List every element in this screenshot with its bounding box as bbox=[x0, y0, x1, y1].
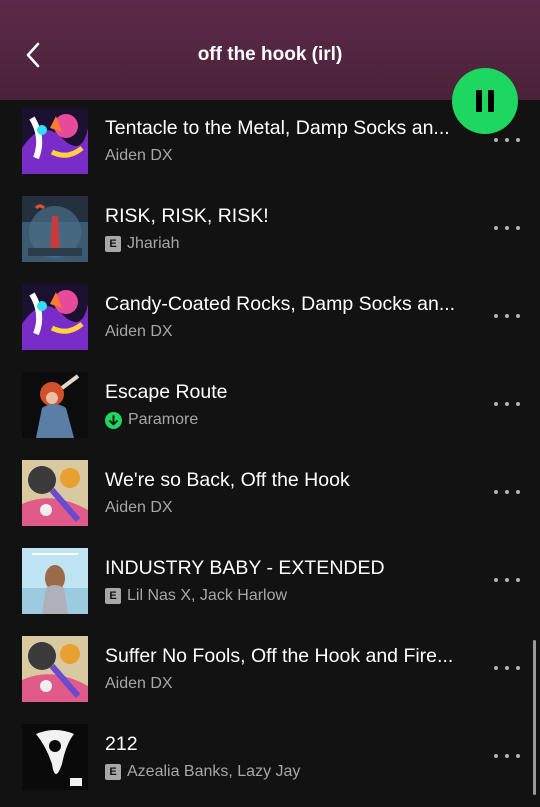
track-row[interactable]: Candy-Coated Rocks, Damp Socks an... Aid… bbox=[0, 276, 540, 364]
album-art bbox=[22, 372, 88, 438]
more-options-button[interactable] bbox=[494, 398, 520, 410]
album-art bbox=[22, 724, 88, 790]
more-options-icon bbox=[494, 666, 498, 670]
album-art bbox=[22, 108, 88, 174]
more-options-icon bbox=[494, 490, 498, 494]
track-artist: Aiden DX bbox=[105, 323, 173, 340]
album-art bbox=[22, 548, 88, 614]
track-row[interactable]: INDUSTRY BABY - EXTENDED E Lil Nas X, Ja… bbox=[0, 540, 540, 628]
playlist-title: off the hook (irl) bbox=[197, 44, 343, 65]
track-title: Suffer No Fools, Off the Hook and Fire..… bbox=[105, 645, 454, 667]
track-list: Tentacle to the Metal, Damp Socks an... … bbox=[0, 100, 540, 807]
track-artist: Aiden DX bbox=[105, 675, 173, 692]
track-artist: Azealia Banks, Lazy Jay bbox=[127, 763, 301, 780]
track-row[interactable]: Suffer No Fools, Off the Hook and Fire..… bbox=[0, 628, 540, 716]
track-title: Tentacle to the Metal, Damp Socks an... bbox=[105, 117, 450, 139]
track-subtitle: E Azealia Banks, Lazy Jay bbox=[105, 761, 300, 783]
track-title: INDUSTRY BABY - EXTENDED bbox=[105, 557, 385, 579]
track-title: Escape Route bbox=[105, 381, 228, 403]
track-artist: Jhariah bbox=[127, 235, 180, 252]
track-artist: Aiden DX bbox=[105, 499, 173, 516]
more-options-button[interactable] bbox=[494, 310, 520, 322]
more-options-button[interactable] bbox=[494, 750, 520, 762]
track-row[interactable]: 212 E Azealia Banks, Lazy Jay bbox=[0, 716, 540, 804]
more-options-icon bbox=[494, 138, 498, 142]
track-subtitle: Aiden DX bbox=[105, 145, 173, 167]
explicit-badge: E bbox=[105, 236, 121, 252]
explicit-badge: E bbox=[105, 588, 121, 604]
explicit-badge: E bbox=[105, 764, 121, 780]
track-subtitle: E Jhariah bbox=[105, 233, 179, 255]
more-options-button[interactable] bbox=[494, 134, 520, 146]
album-art bbox=[22, 460, 88, 526]
track-subtitle: Aiden DX bbox=[105, 497, 173, 519]
more-options-icon bbox=[494, 226, 498, 230]
track-subtitle: Paramore bbox=[105, 409, 198, 431]
more-options-button[interactable] bbox=[494, 662, 520, 674]
more-options-icon bbox=[494, 754, 498, 758]
track-artist: Paramore bbox=[128, 411, 199, 428]
track-row[interactable]: We're so Back, Off the Hook Aiden DX bbox=[0, 452, 540, 540]
track-title: Candy-Coated Rocks, Damp Socks an... bbox=[105, 293, 456, 315]
more-options-button[interactable] bbox=[494, 486, 520, 498]
track-artist: Aiden DX bbox=[105, 147, 173, 164]
more-options-icon bbox=[494, 578, 498, 582]
downloaded-icon bbox=[105, 411, 122, 429]
track-title: 212 bbox=[105, 733, 138, 755]
track-title: We're so Back, Off the Hook bbox=[105, 469, 350, 491]
more-options-icon bbox=[494, 402, 498, 406]
track-subtitle: Aiden DX bbox=[105, 673, 173, 695]
more-options-icon bbox=[494, 314, 498, 318]
track-subtitle: E Lil Nas X, Jack Harlow bbox=[105, 585, 287, 607]
more-options-button[interactable] bbox=[494, 222, 520, 234]
track-subtitle: Aiden DX bbox=[105, 321, 173, 343]
track-row[interactable]: RISK, RISK, RISK! E Jhariah bbox=[0, 188, 540, 276]
track-title: RISK, RISK, RISK! bbox=[105, 205, 269, 227]
album-art bbox=[22, 636, 88, 702]
track-artist: Lil Nas X, Jack Harlow bbox=[127, 587, 288, 604]
track-row[interactable]: Escape Route Paramore bbox=[0, 364, 540, 452]
scrollbar[interactable] bbox=[533, 640, 536, 795]
more-options-button[interactable] bbox=[494, 574, 520, 586]
pause-icon bbox=[476, 90, 494, 112]
album-art bbox=[22, 284, 88, 350]
album-art bbox=[22, 196, 88, 262]
pause-button[interactable] bbox=[452, 68, 518, 134]
